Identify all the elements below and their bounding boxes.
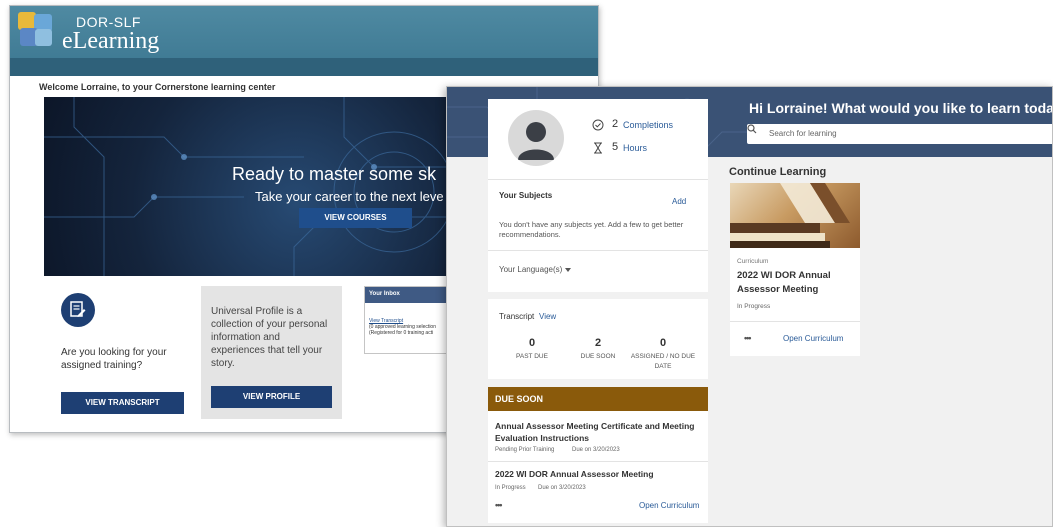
more-options-icon[interactable]: •••: [495, 500, 503, 510]
view-transcript-button[interactable]: VIEW TRANSCRIPT: [61, 392, 184, 414]
site-header: DOR-SLF eLearning: [10, 6, 598, 76]
divider: [730, 321, 860, 322]
check-circle-icon: [592, 119, 604, 131]
due-item-status: In Progress: [495, 485, 526, 491]
brand-name-bottom: eLearning: [62, 28, 160, 54]
open-curriculum-link[interactable]: Open Curriculum: [639, 501, 699, 510]
divider: [488, 461, 708, 462]
hourglass-icon: [594, 142, 602, 154]
assigned-label: ASSIGNED / NO DUE: [630, 353, 696, 360]
due-item-date: Due on 3/20/2023: [572, 447, 620, 453]
learning-type: Curriculum: [737, 258, 769, 265]
language-selector[interactable]: Your Language(s): [499, 265, 562, 274]
add-subject-link[interactable]: Add: [672, 197, 686, 206]
assigned-training-prompt: Are you looking for your assigned traini…: [61, 347, 167, 371]
past-due-label: PAST DUE: [516, 353, 548, 360]
inbox-view-transcript-link[interactable]: View Transcript: [365, 303, 453, 324]
user-avatar-icon[interactable]: [508, 110, 564, 166]
hours-count: 5: [612, 141, 619, 153]
subjects-empty-message: You don't have any subjects yet. Add a f…: [499, 220, 684, 239]
due-soon-header: DUE SOON: [488, 387, 708, 411]
view-profile-button[interactable]: VIEW PROFILE: [211, 386, 332, 408]
learning-search-input[interactable]: Search for learning: [747, 124, 1052, 144]
welcome-message: Welcome Lorraine, to your Cornerstone le…: [39, 82, 276, 92]
completions-count: 2: [612, 118, 619, 130]
edit-document-icon: [61, 293, 95, 327]
universal-profile-tile: Universal Profile is a collection of you…: [201, 286, 342, 419]
profile-card: 2 Completions 5 Hours Your Subjects Add …: [488, 99, 708, 292]
learning-title[interactable]: 2022 WI DOR Annual Assessor Meeting: [737, 269, 855, 297]
transcript-card: Transcript View 0 PAST DUE 2 DUE SOON 0 …: [488, 299, 708, 379]
due-soon-count: 2: [594, 337, 602, 349]
divider: [488, 179, 708, 180]
view-courses-button[interactable]: VIEW COURSES: [299, 208, 412, 228]
continue-learning-card: Curriculum 2022 WI DOR Annual Assessor M…: [730, 183, 860, 356]
divider: [488, 250, 708, 251]
hours-label: Hours: [623, 143, 648, 153]
greeting-heading: Hi Lorraine! What would you like to lear…: [749, 100, 1053, 116]
hero-banner: Ready to master some sk Take your career…: [44, 97, 464, 276]
your-subjects-title: Your Subjects: [499, 191, 553, 200]
due-soon-card: DUE SOON Annual Assessor Meeting Certifi…: [488, 387, 708, 523]
puzzle-logo-icon: [18, 12, 54, 48]
circuit-background-graphic: [44, 97, 464, 276]
due-item-date: Due on 3/20/2023: [538, 485, 586, 491]
header-strip: [10, 58, 598, 76]
due-item-status: Pending Prior Training: [495, 447, 555, 453]
assigned-label-line2: DATE: [654, 363, 672, 370]
hero-title: Ready to master some sk: [232, 164, 437, 184]
learning-status: In Progress: [737, 303, 771, 310]
inbox-title: Your Inbox: [365, 287, 453, 303]
caret-down-icon[interactable]: [565, 268, 571, 272]
screenshot-composite: DOR-SLF eLearning Welcome Lorraine, to y…: [0, 0, 1053, 527]
due-item-title[interactable]: Annual Assessor Meeting Certificate and …: [495, 420, 701, 444]
assigned-count: 0: [659, 337, 667, 349]
completions-label[interactable]: Completions: [623, 120, 673, 130]
due-item-title[interactable]: 2022 WI DOR Annual Assessor Meeting: [495, 469, 654, 479]
due-soon-label: DUE SOON: [580, 353, 616, 360]
continue-learning-title: Continue Learning: [729, 166, 827, 178]
hero-subtitle: Take your career to the next leve: [255, 189, 444, 204]
transcript-view-link[interactable]: View: [539, 312, 556, 321]
learner-home-window: Hi Lorraine! What would you like to lear…: [446, 86, 1053, 527]
search-icon: [747, 124, 757, 134]
books-thumbnail-image[interactable]: [730, 183, 860, 248]
inbox-widget: Your Inbox View Transcript (0 approved l…: [364, 286, 454, 354]
more-options-icon[interactable]: •••: [744, 333, 752, 343]
transcript-title: Transcript: [499, 312, 535, 321]
open-curriculum-link[interactable]: Open Curriculum: [783, 334, 843, 343]
past-due-count: 0: [528, 337, 536, 349]
inbox-line: (Registered for 0 training acti: [369, 330, 434, 336]
universal-profile-description: Universal Profile is a collection of you…: [211, 306, 328, 369]
search-placeholder: Search for learning: [769, 129, 837, 138]
